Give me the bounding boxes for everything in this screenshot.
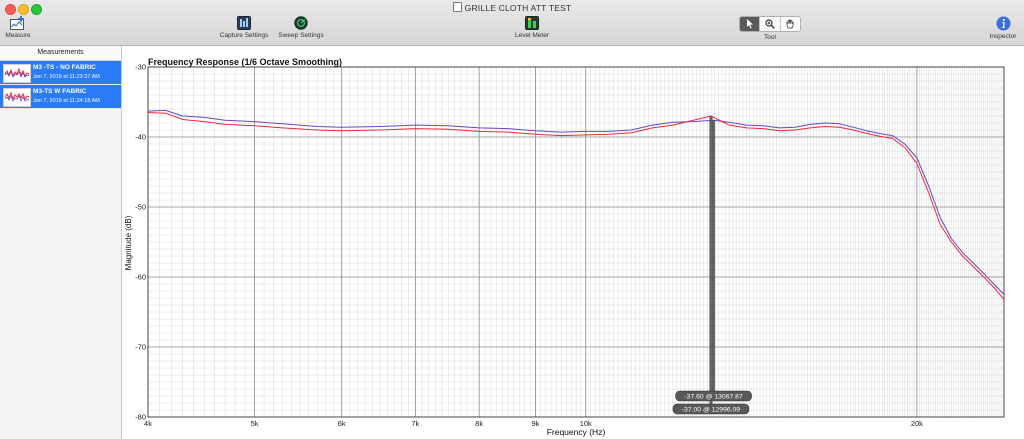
measurements-header: Measurements [0, 46, 121, 61]
y-tick-label: -60 [135, 273, 146, 282]
sweep-settings-button[interactable]: Sweep Settings [274, 16, 328, 39]
capture-settings-button[interactable]: Capture Settings [216, 16, 272, 39]
document-icon [452, 2, 462, 12]
capture-settings-icon [237, 16, 251, 30]
pointer-tool-button[interactable] [740, 17, 761, 31]
sweep-settings-icon [294, 16, 308, 30]
pointer-icon [746, 19, 753, 29]
tick-labels: 4k 5k 6k 7k 8k 9k 10k 20k-30-40-50-60-70-80 [135, 63, 923, 429]
y-tick-label: -70 [135, 343, 146, 352]
tool-label-text: Tool [764, 34, 776, 41]
measure-label: Measure [5, 32, 31, 39]
x-tick-label: 20k [911, 419, 923, 428]
x-tick-label: 7k [411, 419, 419, 428]
cursor-readout-text: -37.00 @ 12996.09 [682, 407, 741, 414]
x-tick-label: 9k [531, 419, 539, 428]
tool-label: Tool [755, 34, 785, 41]
info-icon [996, 16, 1010, 31]
sweep-settings-label: Sweep Settings [278, 32, 324, 39]
x-tick-label: 6k [338, 419, 346, 428]
capture-settings-label: Capture Settings [219, 32, 269, 39]
level-meter-label: Level Meter [515, 32, 549, 39]
cursor-line[interactable] [709, 116, 713, 404]
hand-tool-button[interactable] [781, 17, 800, 31]
measure-button[interactable]: Measure [3, 16, 33, 39]
x-tick-label: 8k [475, 419, 483, 428]
window-title: GRILLE CLOTH ATT TEST [0, 2, 1024, 13]
measurements-sidebar: Measurements M3 -TS - NO FABRIC Jan 7, 2… [0, 46, 122, 439]
measurement-date: Jan 7, 2019 at 11:24:18 AM [33, 98, 100, 104]
hand-icon [786, 19, 795, 29]
y-tick-label: -80 [135, 413, 146, 422]
y-axis-label: Magnitude (dB) [124, 215, 133, 270]
measurement-item[interactable]: M3 -TS - NO FABRIC Jan 7, 2019 at 11:23:… [0, 61, 121, 85]
inspector-label: Inspector [989, 33, 1017, 40]
zoom-tool-button[interactable] [760, 17, 781, 31]
window-toolbar: GRILLE CLOTH ATT TEST Measure Capture Se… [0, 0, 1024, 46]
cursor-readout-text: -37.60 @ 13067.87 [684, 394, 743, 401]
window-title-text: GRILLE CLOTH ATT TEST [464, 3, 572, 13]
chart-title: Frequency Response (1/6 Octave Smoothing… [148, 57, 342, 67]
measurement-date: Jan 7, 2019 at 11:23:37 AM [33, 74, 100, 80]
frequency-response-chart[interactable]: -37.60 @ 13067.87-37.00 @ 12996.09 4k 5k 6… [122, 46, 1024, 439]
chart-panel: -37.60 @ 13067.87 -37.00 @ 12996.09 4k 5k 6… [122, 46, 1024, 439]
inspector-button[interactable]: Inspector [985, 16, 1021, 40]
y-tick-label: -50 [135, 203, 146, 212]
level-meter-icon [525, 16, 539, 30]
measure-icon [10, 16, 24, 30]
measurement-thumbnail [3, 88, 31, 107]
y-tick-label: -40 [135, 133, 146, 142]
tool-segmented-control [739, 16, 801, 32]
x-axis-label: Frequency (Hz) [547, 427, 606, 437]
x-tick-label: 5k [251, 419, 259, 428]
measurement-name: M3 -TS - NO FABRIC [33, 64, 96, 71]
measurement-item[interactable]: M3-TS W FABRIC Jan 7, 2019 at 11:24:18 A… [0, 85, 121, 109]
minor-grid [148, 67, 1004, 417]
level-meter-button[interactable]: Level Meter [508, 16, 556, 39]
measurement-name: M3-TS W FABRIC [33, 88, 87, 95]
measurement-thumbnail [3, 64, 31, 83]
y-tick-label: -30 [135, 63, 146, 72]
magnifier-icon [765, 19, 775, 29]
